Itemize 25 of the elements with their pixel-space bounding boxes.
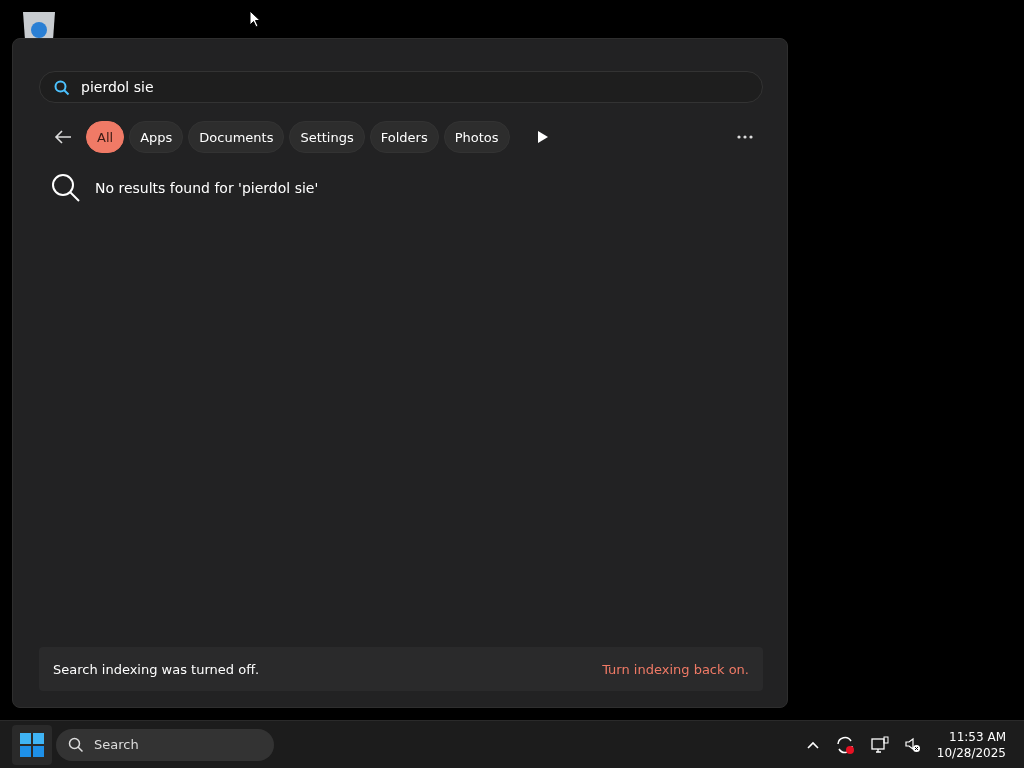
turn-indexing-on-link[interactable]: Turn indexing back on. xyxy=(602,661,749,677)
filter-tab[interactable]: All xyxy=(86,121,125,153)
no-results-message: No results found for 'pierdol sie' xyxy=(95,180,319,196)
recycle-bin-icon[interactable] xyxy=(21,10,57,40)
search-icon xyxy=(51,173,81,203)
indexing-notice: Search indexing was turned off. xyxy=(53,661,260,677)
clock-date[interactable]: 10/28/2025 xyxy=(936,744,1006,761)
speaker-muted-icon[interactable] xyxy=(904,736,921,753)
clock-time[interactable]: 11:53 AM xyxy=(949,728,1006,745)
windows-logo-icon xyxy=(20,732,44,757)
network-icon[interactable] xyxy=(870,735,889,754)
taskbar-search-field[interactable]: Search xyxy=(56,728,274,761)
start-button[interactable] xyxy=(12,724,52,765)
chevron-up-icon[interactable] xyxy=(806,740,819,749)
mouse-cursor-icon xyxy=(249,10,261,28)
filter-tab[interactable]: Documents xyxy=(188,121,285,153)
filter-tab[interactable]: Apps xyxy=(129,121,184,153)
filter-tab[interactable]: Folders xyxy=(369,121,439,153)
sync-icon[interactable] xyxy=(834,734,855,755)
filter-tab[interactable]: Photos xyxy=(443,121,510,153)
query-field[interactable]: pierdol sie xyxy=(39,71,763,103)
play-icon[interactable] xyxy=(536,130,549,144)
filter-tab[interactable]: Settings xyxy=(289,121,365,153)
more-options-icon[interactable] xyxy=(737,135,753,139)
back-arrow-icon[interactable] xyxy=(53,129,73,145)
